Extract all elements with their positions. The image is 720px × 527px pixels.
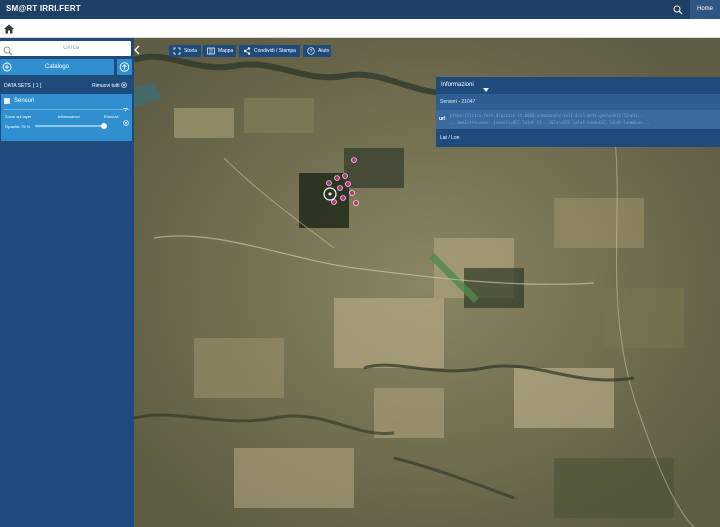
help-label: Aiuto (318, 48, 330, 54)
info-icon[interactable] (123, 113, 129, 126)
collapse-left-icon[interactable] (134, 42, 140, 55)
close-icon[interactable] (121, 82, 127, 88)
info-url-line-2[interactable]: ...amm1stre=sens-.jsonsrc=OCC-lalat-if..… (450, 119, 718, 126)
info-panel-header[interactable]: Informazioni (436, 77, 720, 94)
info-latlon-row[interactable]: Lat / Lon (436, 129, 720, 147)
map-button[interactable]: Mappa (203, 45, 236, 57)
history-label: Storia (184, 48, 198, 54)
layer-divider (4, 109, 129, 110)
info-url-value[interactable]: https://iitrv-fert.digitale.it:8080/v/ma… (450, 112, 718, 126)
upload-icon (119, 62, 130, 72)
map-label: Mappa (218, 48, 234, 54)
share-print-label: Condividi / Stampa (254, 48, 296, 54)
share-print-button[interactable]: Condividi / Stampa (239, 45, 300, 57)
map-icon (207, 47, 215, 55)
search-box (0, 41, 131, 56)
chevron-down-icon[interactable] (123, 99, 128, 112)
layer-name: Sensori (14, 98, 35, 104)
app-brand: SM@RT IRRI.FERT (6, 4, 81, 13)
zoom-to-layer-link[interactable]: Zoom sul layer (5, 114, 31, 119)
top-app-bar: SM@RT IRRI.FERT Home (0, 0, 720, 19)
info-panel-title: Informazioni (441, 82, 474, 88)
share-icon (243, 47, 251, 55)
datasets-header: DATA SETS [ 1 ] Rimuovi tutti (0, 79, 134, 92)
opacity-slider-track[interactable] (35, 125, 105, 127)
plus-circle-icon (2, 62, 12, 72)
chevron-down-icon[interactable] (483, 83, 489, 92)
opacity-label: Opacità: 75 % (5, 124, 31, 129)
layer-info-link[interactable]: Informazioni (58, 114, 80, 119)
svg-text:?: ? (310, 49, 313, 55)
info-url-line-1[interactable]: https://iitrv-fert.digitale.it:8080/v/ma… (450, 112, 718, 119)
history-button[interactable]: Storia (169, 45, 201, 57)
sub-toolbar (0, 19, 720, 38)
datasets-label: DATA SETS (4, 83, 31, 89)
info-sensor-name: Sensori - 21047 (436, 94, 720, 110)
layer-remove-link[interactable]: Rimuovi (104, 114, 118, 119)
catalog-label: Catalogo (44, 64, 70, 70)
opacity-slider-handle[interactable] (101, 123, 107, 129)
upload-button[interactable] (117, 59, 132, 75)
catalog-button[interactable]: Catalogo (0, 59, 114, 75)
search-icon[interactable] (672, 3, 686, 15)
search-icon (3, 43, 13, 56)
sidebar: Catalogo DATA SETS [ 1 ] Rimuovi tutti S… (0, 38, 134, 527)
info-url-row: url https://iitrv-fert.digitale.it:8080/… (436, 110, 720, 129)
home-icon[interactable] (3, 22, 15, 34)
feature-info-panel: Informazioni Sensori - 21047 url https:/… (436, 77, 720, 147)
remove-all-link[interactable]: Rimuovi tutti (92, 83, 120, 89)
help-button[interactable]: ? Aiuto (303, 45, 331, 57)
datasets-count: [ 1 ] (33, 83, 42, 89)
search-input[interactable] (15, 42, 127, 54)
info-url-key: url (439, 116, 446, 122)
layer-visibility-checkbox[interactable] (4, 98, 10, 104)
layer-card-sensori: Sensori Zoom sul layer Informazioni Rimu… (1, 94, 132, 141)
home-nav-button[interactable]: Home (690, 0, 720, 19)
history-icon (173, 47, 181, 55)
help-icon: ? (307, 47, 315, 55)
